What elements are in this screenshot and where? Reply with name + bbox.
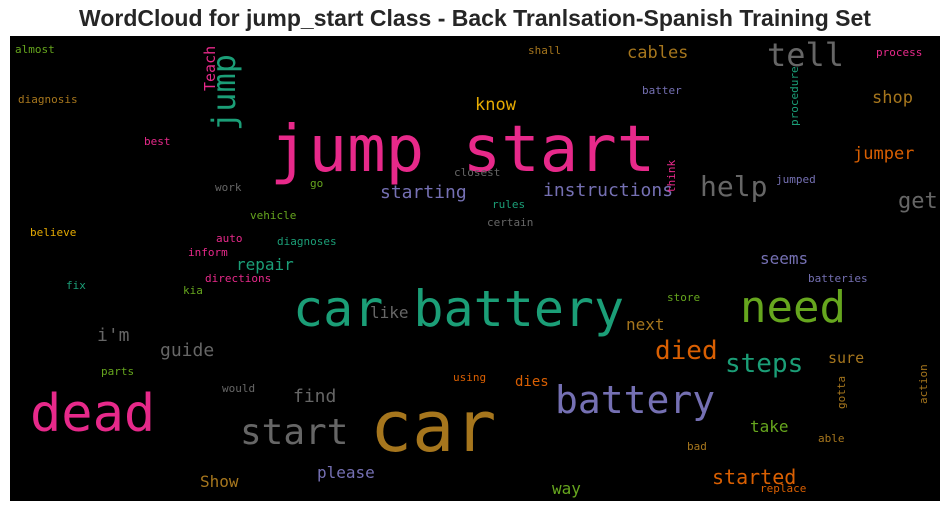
- word-shop: shop: [872, 88, 913, 108]
- word-auto: auto: [216, 232, 243, 245]
- word-procedure: procedure: [788, 66, 801, 126]
- word-inform: inform: [188, 246, 228, 259]
- word-steps: steps: [725, 349, 803, 379]
- word-able: able: [818, 432, 845, 445]
- word-go: go: [310, 177, 323, 190]
- word-i-m: i'm: [97, 325, 130, 346]
- word-cables: cables: [627, 43, 688, 63]
- word-know: know: [475, 95, 517, 115]
- word-shall: shall: [528, 44, 561, 57]
- word-car: car: [370, 386, 496, 468]
- word-diagnoses: diagnoses: [277, 235, 337, 248]
- word-believe: believe: [30, 226, 76, 239]
- word-using: using: [453, 371, 486, 384]
- word-vehicle: vehicle: [250, 209, 296, 222]
- word-gotta: gotta: [835, 376, 848, 409]
- word-tell: tell: [767, 36, 844, 74]
- word-best: best: [144, 135, 171, 148]
- word-show: Show: [200, 472, 239, 491]
- word-jumper: jumper: [853, 144, 914, 164]
- word-fix: fix: [66, 279, 86, 292]
- word-next: next: [626, 315, 665, 334]
- word-process: process: [876, 46, 922, 59]
- word-batteries: batteries: [808, 272, 868, 285]
- word-batter: batter: [642, 84, 682, 97]
- word-store: store: [667, 291, 700, 304]
- wordcloud-canvas: jump start car battery car dead need battery s…: [10, 36, 940, 501]
- word-guide: guide: [160, 340, 214, 361]
- word-parts: parts: [101, 365, 134, 378]
- word-directions: directions: [205, 272, 271, 285]
- word-work: work: [215, 181, 242, 194]
- word-would: would: [222, 382, 255, 395]
- word-diagnosis: diagnosis: [18, 93, 78, 106]
- word-take: take: [750, 417, 789, 436]
- word-battery: battery: [555, 378, 715, 422]
- word-seems: seems: [760, 249, 808, 268]
- word-dies: dies: [515, 374, 549, 390]
- word-bad: bad: [687, 440, 707, 453]
- word-certain: certain: [487, 216, 533, 229]
- word-dead: dead: [30, 384, 155, 444]
- word-find: find: [293, 386, 336, 407]
- chart-title: WordCloud for jump_start Class - Back Tr…: [79, 5, 871, 31]
- word-action: action: [917, 364, 930, 404]
- word-get: get: [898, 189, 938, 214]
- word-jumped: jumped: [776, 173, 816, 186]
- word-think: think: [665, 160, 678, 193]
- word-need: need: [740, 282, 846, 333]
- word-instructions: instructions: [543, 180, 673, 201]
- word-almost: almost: [15, 43, 55, 56]
- wordcloud-svg: jump startcar batterycardeadneedbatterys…: [15, 36, 938, 498]
- word-sure: sure: [828, 349, 864, 367]
- word-please: please: [317, 463, 375, 482]
- word-teach: Teach: [201, 46, 219, 91]
- word-kia: kia: [183, 284, 203, 297]
- word-died: died: [655, 336, 718, 366]
- word-rules: rules: [492, 198, 525, 211]
- word-car-battery: car battery: [293, 280, 624, 338]
- word-way: way: [552, 479, 581, 498]
- word-start: start: [240, 412, 348, 453]
- word-like: like: [370, 303, 409, 322]
- word-starting: starting: [380, 182, 467, 203]
- word-closest: closest: [454, 166, 500, 179]
- word-help: help: [700, 170, 767, 203]
- word-replace: replace: [760, 482, 806, 495]
